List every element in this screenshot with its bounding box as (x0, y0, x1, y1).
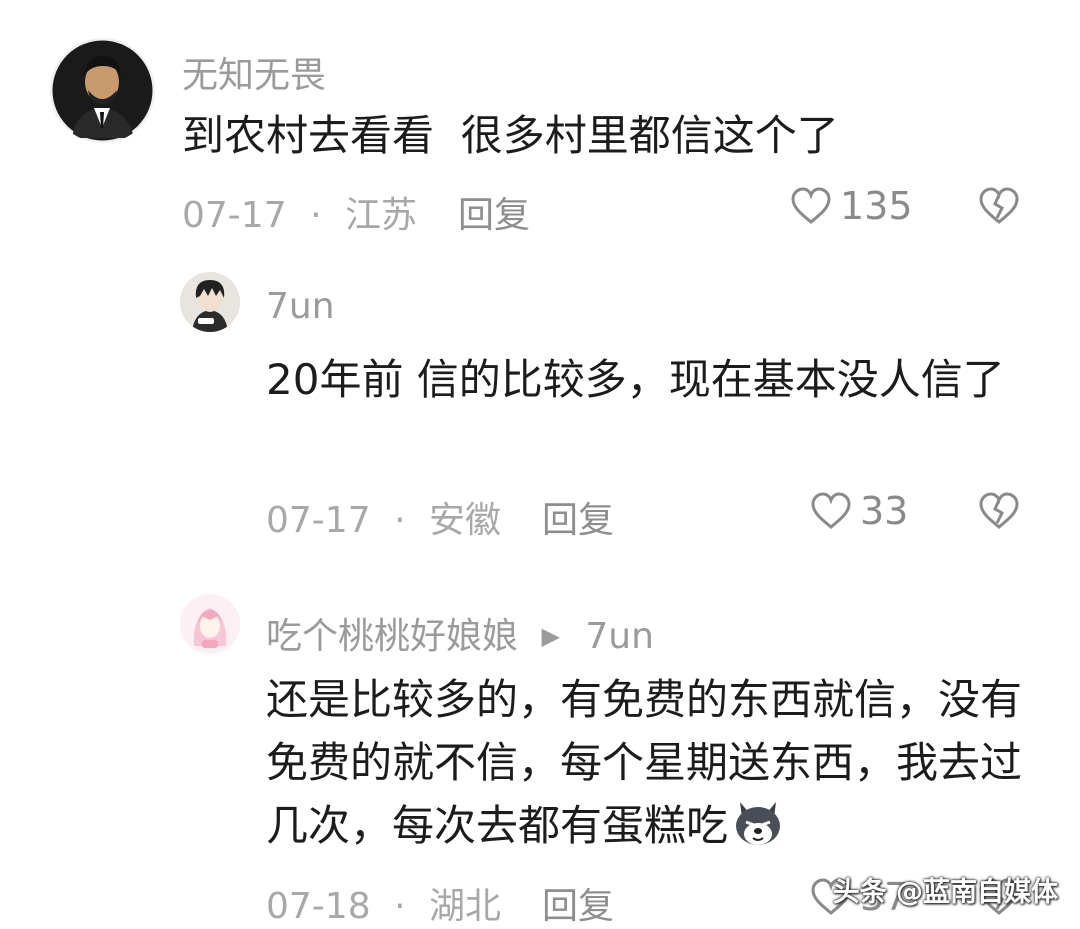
comment-date: 07-17 (266, 500, 371, 541)
reply-button[interactable]: 回复 (458, 186, 530, 238)
avatar[interactable] (180, 272, 240, 332)
like-button[interactable]: 135 (790, 184, 913, 228)
like-button[interactable]: 33 (810, 489, 908, 533)
avatar[interactable] (50, 38, 155, 143)
comment-meta: 07-18 · 湖北 (266, 877, 501, 929)
dog-emoji-icon (732, 798, 784, 865)
comment-text: 到农村去看看 很多村里都信这个了 (182, 111, 839, 160)
comment-text-body: 还是比较多的，有免费的东西就信，没有免费的就不信，每个星期送东西，我去过几次，每… (266, 675, 1023, 850)
avatar[interactable] (180, 594, 240, 654)
comment-date: 07-17 (182, 195, 287, 236)
reply-button[interactable]: 回复 (542, 491, 614, 543)
dislike-button[interactable] (978, 186, 1020, 230)
anime-girl-avatar-icon (180, 594, 240, 654)
separator: · (310, 195, 322, 236)
heart-icon (811, 492, 851, 529)
comment-username[interactable]: 7un (266, 286, 335, 327)
separator: · (394, 500, 406, 541)
comment-username-row: 吃个桃桃好娘娘 ▶ 7un (266, 607, 654, 659)
man-avatar-icon (52, 40, 153, 141)
broken-heart-icon (979, 187, 1019, 224)
comment-location: 湖北 (428, 886, 501, 927)
reply-to-username[interactable]: 7un (585, 616, 654, 657)
broken-heart-icon (979, 492, 1019, 529)
anime-avatar-icon (180, 272, 240, 332)
play-arrow-icon: ▶ (541, 622, 560, 650)
like-count: 33 (860, 489, 909, 533)
heart-icon (791, 187, 831, 224)
comment-text: 还是比较多的，有免费的东西就信，没有免费的就不信，每个星期送东西，我去过几次，每… (266, 668, 1032, 865)
comment-username[interactable]: 吃个桃桃好娘娘 (266, 616, 518, 657)
reply-button[interactable]: 回复 (542, 877, 614, 929)
comment-location: 江苏 (344, 195, 417, 236)
comment-meta: 07-17 · 安徽 (266, 491, 501, 543)
comment-meta: 07-17 · 江苏 (182, 186, 417, 238)
comment-username[interactable]: 无知无畏 (182, 46, 326, 98)
comment-text: 20年前 信的比较多，现在基本没人信了 (266, 355, 1005, 404)
dislike-button[interactable] (978, 491, 1020, 535)
like-count: 135 (840, 184, 913, 228)
comment-date: 07-18 (266, 886, 371, 927)
comment-location: 安徽 (428, 500, 501, 541)
watermark: 头条 @蓝南自媒体 (832, 877, 1058, 908)
separator: · (394, 886, 406, 927)
